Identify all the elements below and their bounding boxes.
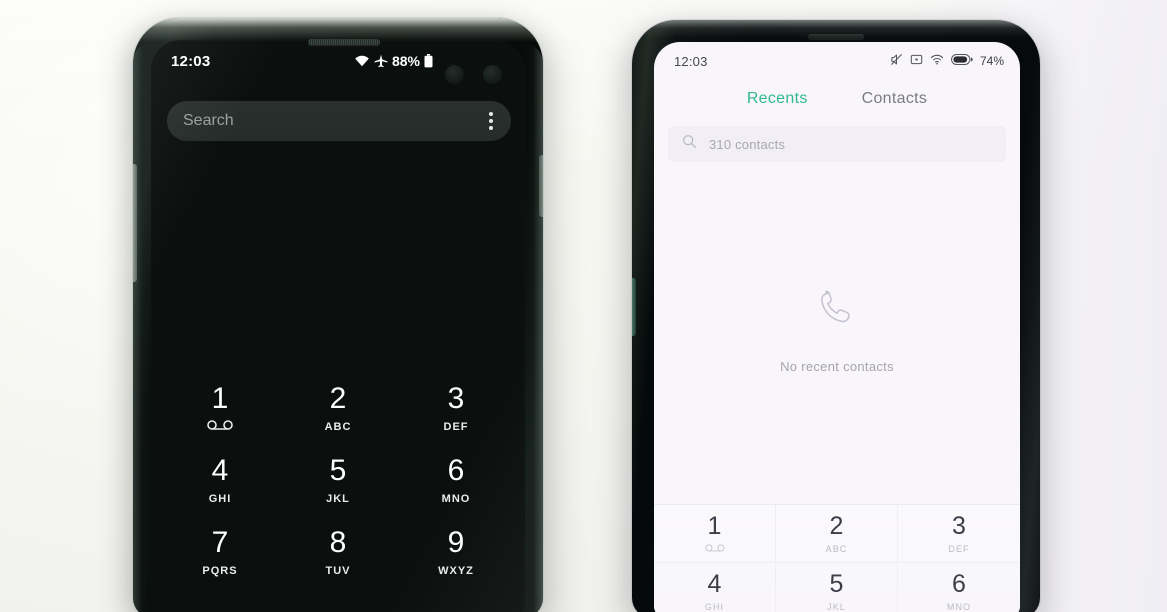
kebab-menu-icon[interactable] — [487, 108, 495, 134]
right-tab-bar[interactable]: Recents Contacts — [654, 90, 1020, 108]
earpiece-speaker — [808, 34, 864, 39]
dial-key-letters: ABC — [324, 420, 352, 433]
dial-key-letters: DEF — [443, 420, 469, 433]
dial-key-digit: 4 — [707, 569, 722, 598]
right-empty-state: No recent contacts — [654, 286, 1020, 374]
dial-key-letters: GHI — [704, 601, 725, 612]
dial-key-digit: 2 — [329, 381, 347, 415]
left-status-indicators: 88% — [354, 53, 433, 69]
dial-key-3[interactable]: 3 DEF — [397, 372, 515, 444]
kebab-dot — [489, 112, 493, 116]
dial-key-digit: 5 — [329, 453, 347, 487]
voicemail-icon — [704, 543, 725, 554]
wifi-icon — [930, 54, 944, 68]
kebab-dot — [489, 126, 493, 130]
dial-key-8[interactable]: 8 TUV — [279, 516, 397, 588]
left-battery-percent: 88% — [391, 53, 420, 69]
dial-key-letters: DEF — [948, 543, 970, 554]
dial-key-digit: 6 — [952, 569, 966, 598]
airplane-mode-icon — [374, 54, 388, 68]
right-search-bar[interactable]: 310 contacts — [668, 126, 1006, 162]
phone-handset-icon — [813, 286, 861, 339]
dial-key-letters: ABC — [825, 543, 848, 554]
dial-key-letters: WXYZ — [438, 564, 474, 577]
dial-key-0[interactable]: 0 — [279, 588, 397, 612]
dial-key-digit: 3 — [447, 381, 465, 415]
dial-key-digit: 8 — [329, 525, 347, 559]
dial-key-digit: 2 — [829, 511, 844, 540]
left-status-time: 12:03 — [171, 52, 211, 70]
dial-key-digit: 1 — [707, 511, 722, 540]
power-button[interactable] — [632, 278, 636, 336]
dial-key-letters: MNO — [441, 492, 471, 505]
dial-key-digit: 7 — [211, 525, 229, 559]
dial-key-digit: 5 — [829, 569, 844, 598]
dial-key-letters: GHI — [208, 492, 232, 505]
tab-contacts[interactable]: Contacts — [862, 90, 928, 108]
dial-key-4[interactable]: 4 GHI — [654, 563, 776, 612]
right-search-placeholder: 310 contacts — [709, 136, 786, 152]
dial-key-letters: TUV — [325, 564, 351, 577]
right-phone-device: 12:03 74% Recents Contacts 310 contacts … — [632, 20, 1040, 612]
dial-key-digit: 4 — [211, 453, 229, 487]
wifi-icon — [354, 55, 370, 67]
left-dialpad[interactable]: 1 2 ABC 3 DEF 4 GHI 5 JKL 6 MNO 7 PQRS 8… — [161, 372, 515, 612]
dial-key-digit: 1 — [211, 381, 229, 415]
dial-key-digit: 6 — [447, 453, 465, 487]
dial-key-hash[interactable]: # — [397, 588, 515, 612]
right-status-time: 12:03 — [674, 53, 708, 69]
dial-key-1[interactable]: 1 — [654, 505, 776, 563]
left-phone-device: 12:03 88% Search 1 2 ABC 3 DEF 4 GHI 5 J… — [133, 18, 543, 612]
dial-key-1[interactable]: 1 — [161, 372, 279, 444]
right-dialpad[interactable]: 1 2 ABC 3 DEF 4 GHI 5 JKL 6 MNO — [654, 504, 1020, 612]
battery-icon — [951, 54, 973, 68]
kebab-dot — [489, 119, 493, 123]
tab-recents[interactable]: Recents — [747, 90, 808, 108]
right-empty-state-message: No recent contacts — [780, 359, 894, 374]
right-status-indicators: 74% — [890, 53, 1004, 69]
dial-key-2[interactable]: 2 ABC — [279, 372, 397, 444]
right-phone-screen: 12:03 74% Recents Contacts 310 contacts … — [654, 42, 1020, 612]
dial-key-4[interactable]: 4 GHI — [161, 444, 279, 516]
screen-cast-icon — [910, 53, 923, 69]
left-search-bar[interactable]: Search — [167, 101, 511, 141]
dial-key-6[interactable]: 6 MNO — [397, 444, 515, 516]
front-camera-icon — [445, 65, 464, 84]
right-status-bar: 12:03 74% — [654, 42, 1020, 80]
mute-icon — [890, 53, 903, 69]
front-camera-icon — [483, 65, 502, 84]
left-phone-glass-edge-left — [133, 42, 153, 612]
voicemail-icon — [207, 419, 233, 433]
dial-key-6[interactable]: 6 MNO — [898, 563, 1020, 612]
left-search-placeholder: Search — [183, 112, 234, 129]
volume-button[interactable] — [133, 164, 137, 282]
right-battery-percent: 74% — [979, 54, 1004, 68]
dial-key-letters: JKL — [326, 492, 350, 505]
dial-key-letters: PQRS — [202, 564, 238, 577]
left-status-bar: 12:03 88% — [151, 40, 525, 82]
left-phone-screen: 12:03 88% Search 1 2 ABC 3 DEF 4 GHI 5 J… — [151, 40, 525, 612]
dial-key-letters: MNO — [946, 601, 972, 612]
dual-phone-comparison-scene: 12:03 88% Search 1 2 ABC 3 DEF 4 GHI 5 J… — [0, 0, 1167, 612]
battery-icon — [424, 54, 433, 68]
dial-key-star[interactable]: * — [161, 588, 279, 612]
dial-key-digit: 3 — [952, 511, 966, 540]
dial-key-5[interactable]: 5 JKL — [279, 444, 397, 516]
earpiece-speaker — [308, 39, 380, 45]
dial-key-7[interactable]: 7 PQRS — [161, 516, 279, 588]
dial-key-digit: 9 — [447, 525, 465, 559]
dial-key-5[interactable]: 5 JKL — [776, 563, 898, 612]
dial-key-letters: JKL — [827, 601, 846, 612]
dial-key-2[interactable]: 2 ABC — [776, 505, 898, 563]
power-button[interactable] — [539, 155, 543, 217]
search-icon — [682, 134, 697, 154]
dial-key-3[interactable]: 3 DEF — [898, 505, 1020, 563]
dial-key-9[interactable]: 9 WXYZ — [397, 516, 515, 588]
